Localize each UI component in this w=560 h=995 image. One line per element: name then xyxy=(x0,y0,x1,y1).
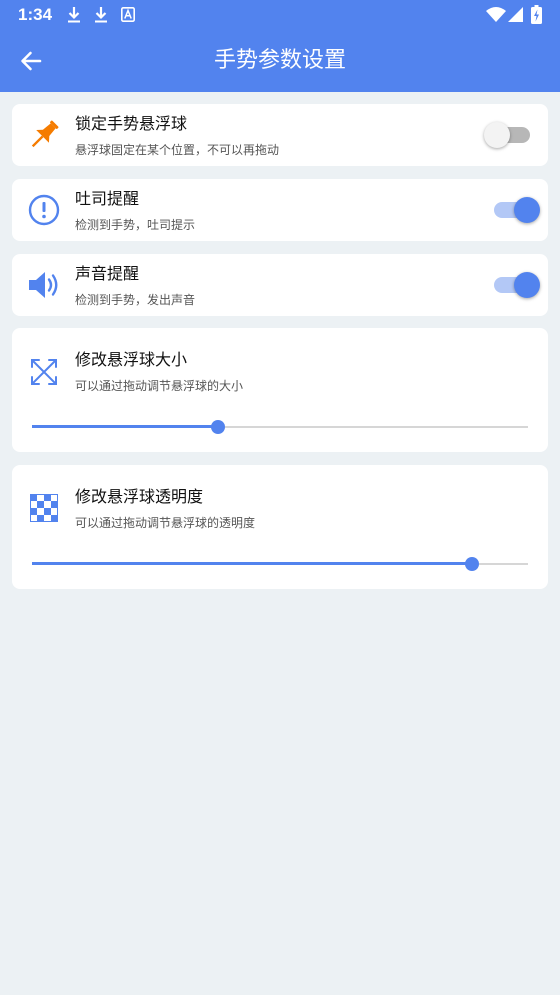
download-icon xyxy=(95,7,107,23)
lock-ball-setting: 锁定手势悬浮球 悬浮球固定在某个位置，不可以再拖动 xyxy=(12,104,548,166)
setting-subtitle: 悬浮球固定在某个位置，不可以再拖动 xyxy=(75,143,280,157)
sound-reminder-setting: 声音提醒 检测到手势，发出声音 xyxy=(12,254,548,316)
status-time: 1:34 xyxy=(18,5,53,24)
setting-title: 修改悬浮球大小 xyxy=(75,350,188,369)
setting-title: 吐司提醒 xyxy=(75,189,140,208)
setting-subtitle: 可以通过拖动调节悬浮球的大小 xyxy=(75,379,244,393)
setting-title: 声音提醒 xyxy=(75,264,140,283)
wifi-icon xyxy=(486,7,506,22)
slider-thumb[interactable] xyxy=(465,557,480,571)
setting-title: 锁定手势悬浮球 xyxy=(75,114,188,133)
battery-icon xyxy=(531,5,542,24)
lock-ball-switch[interactable] xyxy=(484,122,530,148)
sound-reminder-switch[interactable] xyxy=(494,272,540,298)
switch-knob xyxy=(514,272,540,298)
slider-thumb[interactable] xyxy=(211,420,226,434)
setting-subtitle: 检测到手势，发出声音 xyxy=(75,293,196,307)
switch-knob xyxy=(514,197,540,223)
font-icon xyxy=(121,7,135,22)
checkerboard-icon xyxy=(26,490,62,526)
setting-subtitle: 检测到手势，吐司提示 xyxy=(75,218,196,232)
download-icon xyxy=(68,7,80,23)
ball-opacity-slider[interactable] xyxy=(32,557,528,571)
alert-icon xyxy=(26,192,62,228)
pin-icon xyxy=(26,117,62,153)
page-title: 手势参数设置 xyxy=(213,48,346,73)
slider-fill xyxy=(32,562,473,565)
ball-size-setting: 修改悬浮球大小 可以通过拖动调节悬浮球的大小 xyxy=(12,328,548,452)
setting-title: 修改悬浮球透明度 xyxy=(75,487,204,506)
ball-size-slider[interactable] xyxy=(32,420,528,434)
toast-reminder-switch[interactable] xyxy=(494,197,540,223)
switch-knob xyxy=(484,122,510,148)
resize-icon xyxy=(26,354,62,390)
volume-icon xyxy=(26,267,62,303)
ball-opacity-setting: 修改悬浮球透明度 可以通过拖动调节悬浮球的透明度 xyxy=(12,465,548,589)
status-bar: 1:34 xyxy=(0,0,560,32)
slider-fill xyxy=(32,425,219,428)
setting-subtitle: 可以通过拖动调节悬浮球的透明度 xyxy=(75,516,256,530)
app-bar: 1:34 手势参数设置 xyxy=(0,0,560,92)
toast-reminder-setting: 吐司提醒 检测到手势，吐司提示 xyxy=(12,179,548,241)
cell-signal-icon xyxy=(508,7,523,22)
